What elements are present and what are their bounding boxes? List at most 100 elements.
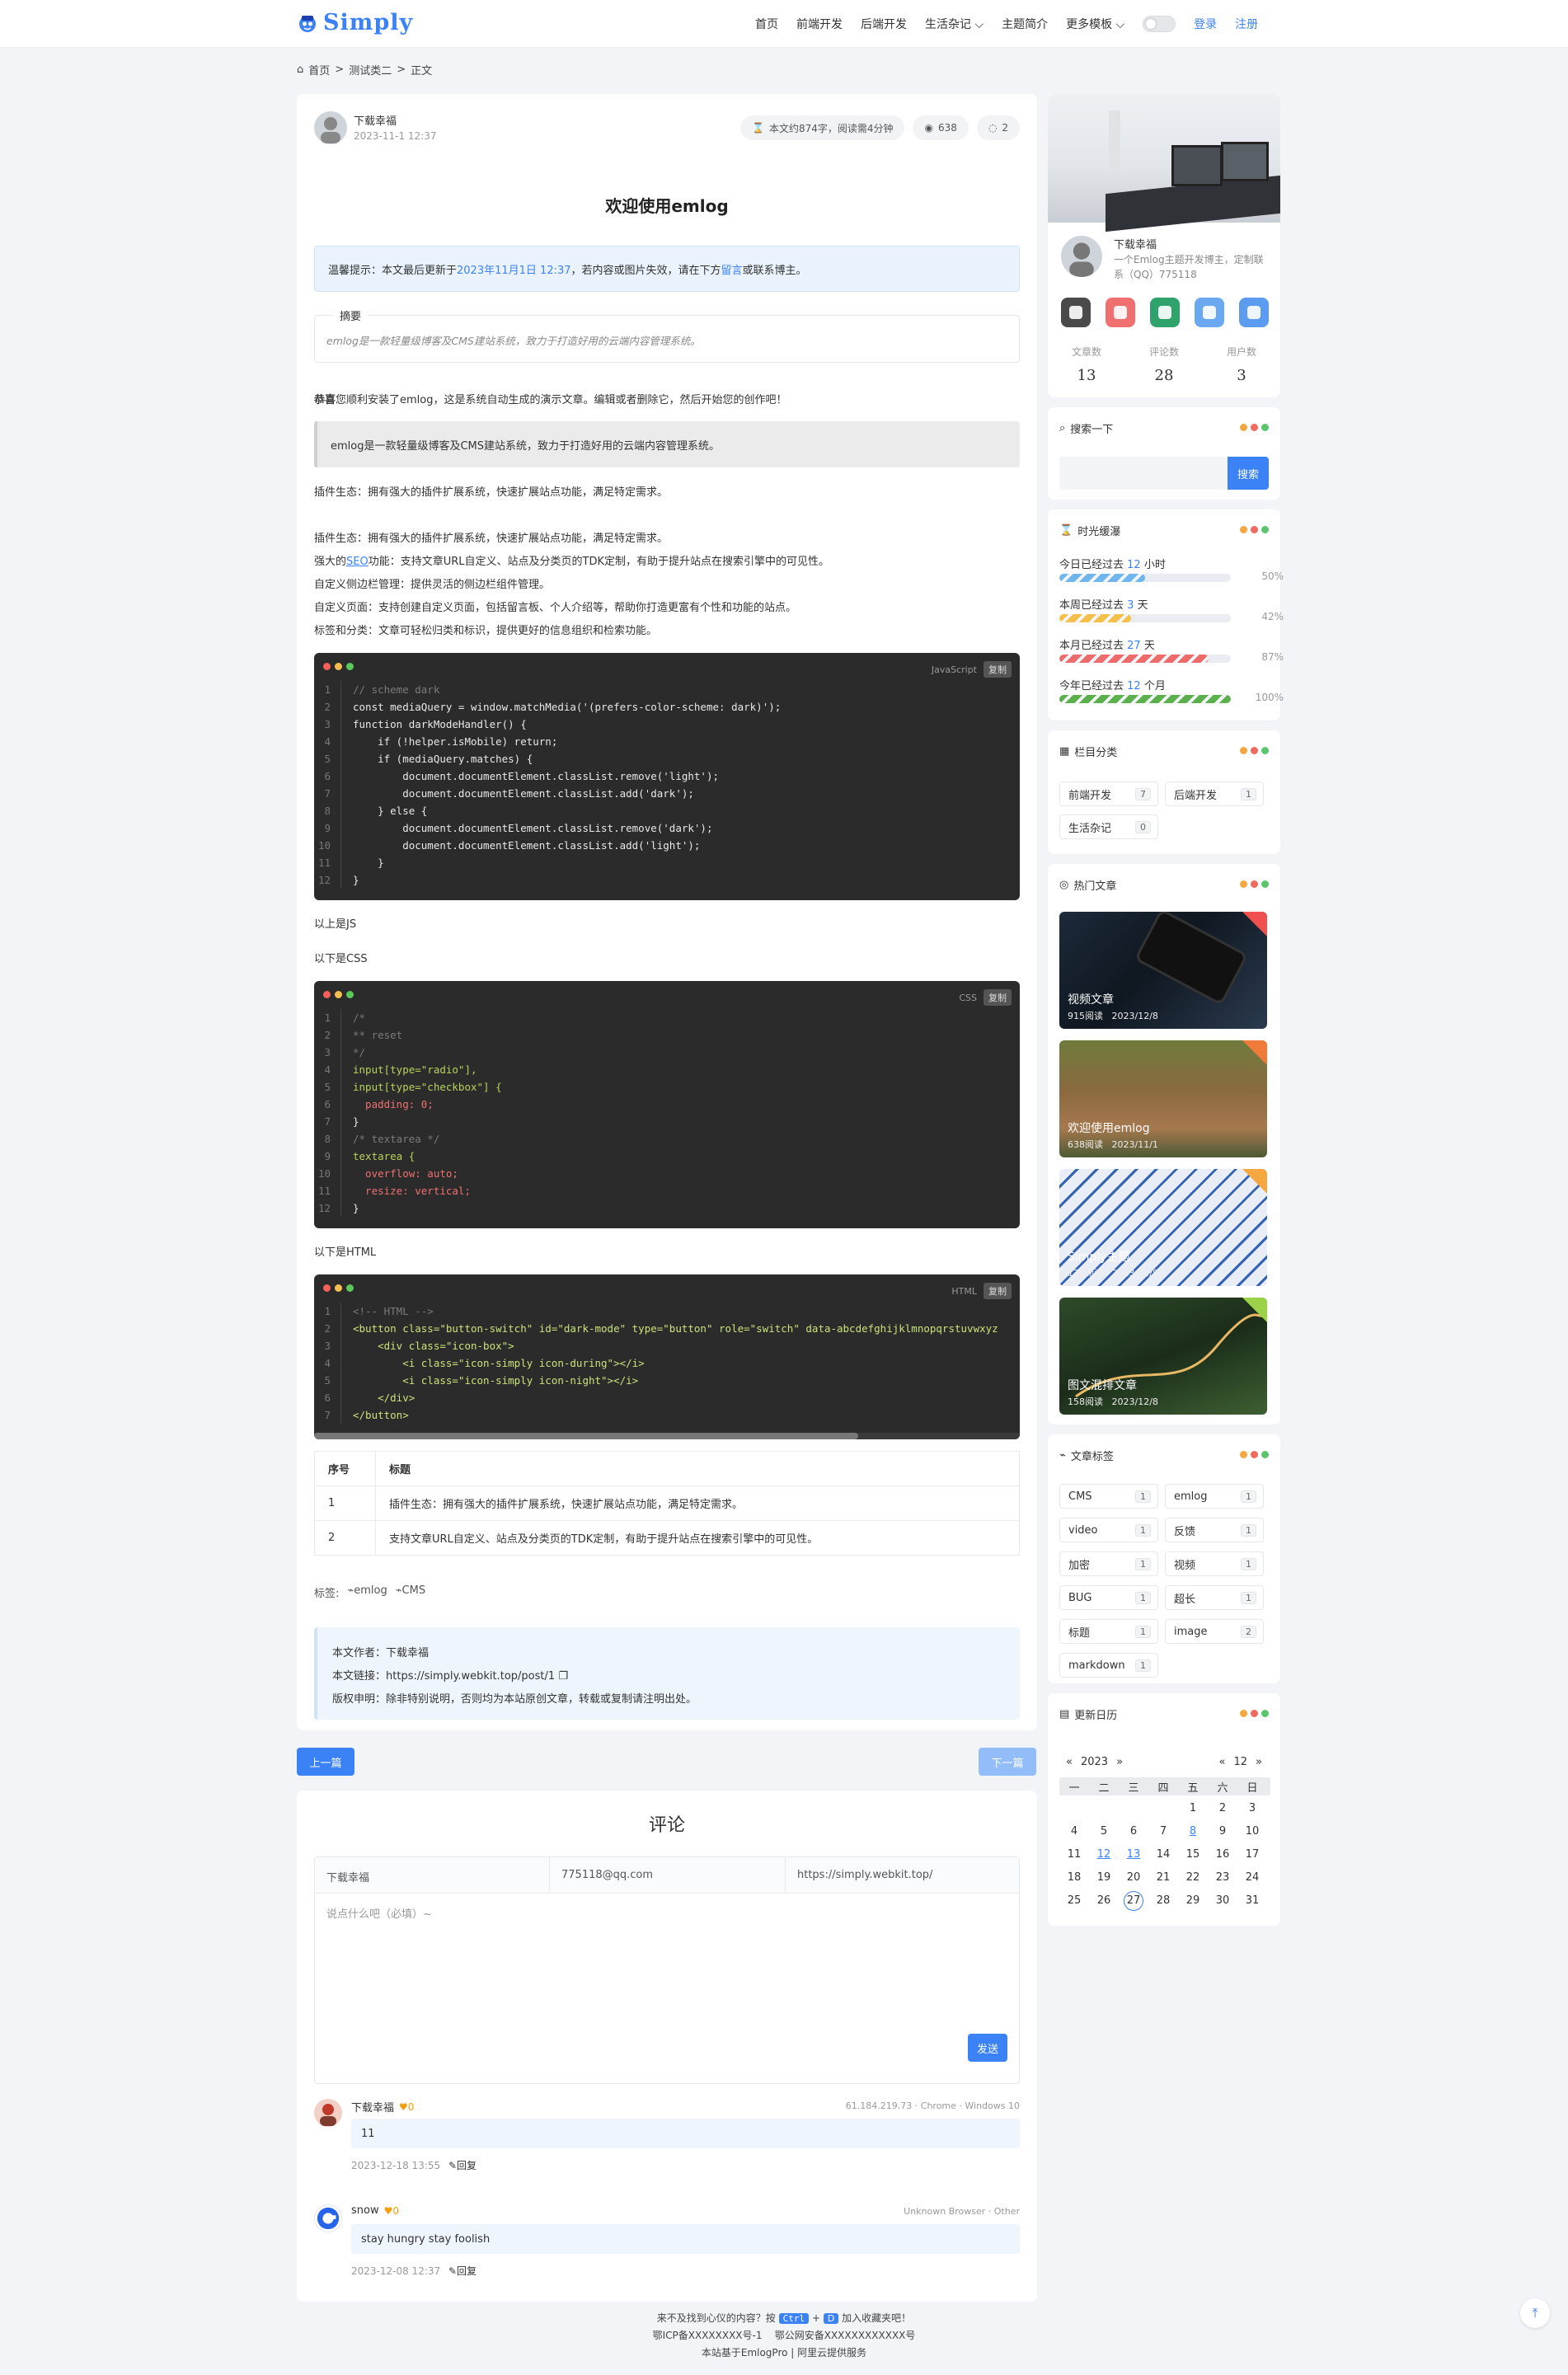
next-month-button[interactable]: » bbox=[1256, 1756, 1262, 1768]
calendar-day bbox=[1059, 1802, 1089, 1814]
name-field[interactable]: 下载幸福 bbox=[315, 1857, 550, 1894]
line-number: 3 bbox=[324, 1046, 331, 1058]
calendar-week: 1 2 3 bbox=[1059, 1802, 1270, 1814]
category-item[interactable]: 后端开发 1 bbox=[1165, 781, 1264, 806]
reply-button[interactable]: ✎回复 bbox=[448, 2265, 477, 2277]
nav-item-more-label: 更多模板 bbox=[1066, 18, 1113, 31]
nav-item-theme[interactable]: 主题简介 bbox=[1002, 16, 1048, 32]
prev-post-button[interactable]: 上一篇 bbox=[297, 1748, 354, 1776]
category-item[interactable]: 前端开发 7 bbox=[1059, 781, 1158, 806]
code-line: 4 <i class="icon-simply icon-during"></i… bbox=[314, 1354, 1020, 1372]
tag-item[interactable]: 标题 1 bbox=[1059, 1619, 1158, 1644]
comment-avatar[interactable] bbox=[314, 2099, 342, 2127]
tag-item[interactable]: 反馈 1 bbox=[1165, 1518, 1264, 1542]
weekday-label: 五 bbox=[1187, 1781, 1199, 1795]
search-input[interactable] bbox=[1059, 457, 1228, 490]
nav-item-backend[interactable]: 后端开发 bbox=[861, 16, 907, 32]
category-item[interactable]: 生活杂记 0 bbox=[1059, 814, 1158, 839]
tag-item[interactable]: 视频 1 bbox=[1165, 1551, 1264, 1576]
seo-link[interactable]: SEO bbox=[346, 556, 369, 568]
hot-post-item[interactable]: Simply主题 172阅读 2023/12/8 bbox=[1059, 1169, 1267, 1286]
article-table: 序号 标题 1 插件生态：拥有强大的插件扩展系统，快速扩展站点功能，满足特定需求… bbox=[314, 1451, 1020, 1556]
copy-icon[interactable]: ❐ bbox=[558, 1670, 568, 1683]
copyright-link[interactable]: https://simply.webkit.top/post/1 bbox=[386, 1670, 555, 1683]
tag-item[interactable]: BUG 1 bbox=[1059, 1585, 1158, 1610]
site-logo[interactable]: Simply bbox=[297, 10, 413, 35]
github-icon[interactable] bbox=[1061, 298, 1091, 327]
calendar-day: 15 bbox=[1185, 1848, 1200, 1861]
author-avatar[interactable] bbox=[314, 111, 347, 144]
url-field[interactable]: https://simply.webkit.top/ bbox=[786, 1857, 1019, 1894]
comments-badge[interactable]: ◌ 2 bbox=[976, 115, 1020, 140]
comment-textarea[interactable]: 说点什么吧（必填）~ bbox=[326, 1905, 432, 1921]
nav-item-home[interactable]: 首页 bbox=[755, 16, 778, 32]
comment-avatar[interactable] bbox=[314, 2204, 342, 2232]
prev-month-button[interactable]: « bbox=[1219, 1756, 1226, 1768]
hot-post-item[interactable]: 图文混排文章 158阅读 2023/12/8 bbox=[1059, 1298, 1267, 1415]
calendar-day[interactable]: 12 bbox=[1089, 1848, 1119, 1861]
back-to-top-button[interactable]: ⤒ bbox=[1520, 2298, 1550, 2328]
profile-bio: 一个Emlog主题开发博主，定制联系（QQ）775118 bbox=[1114, 254, 1264, 280]
copy-code-button[interactable]: 复制 bbox=[984, 989, 1012, 1006]
footer-plus: + bbox=[811, 2312, 821, 2324]
nav-item-frontend[interactable]: 前端开发 bbox=[796, 16, 843, 32]
login-link[interactable]: 登录 bbox=[1194, 16, 1217, 32]
tag-item[interactable]: 超长 1 bbox=[1165, 1585, 1264, 1610]
nav-item-more[interactable]: 更多模板 ⌵ bbox=[1066, 16, 1124, 32]
footer-bookmark-hint: 来不及找到心仪的内容？按 Ctrl + D 加入收藏夹吧！ bbox=[0, 2310, 1568, 2327]
like-count[interactable]: ♥0 bbox=[384, 2205, 399, 2217]
csdn-icon[interactable] bbox=[1150, 298, 1180, 327]
bilibili-icon[interactable] bbox=[1195, 298, 1224, 327]
tag-item[interactable]: 加密 1 bbox=[1059, 1551, 1158, 1576]
nav-item-life[interactable]: 生活杂记 ⌵ bbox=[925, 16, 984, 32]
copy-code-button[interactable]: 复制 bbox=[984, 661, 1012, 678]
breadcrumb-home[interactable]: 首页 bbox=[308, 62, 330, 77]
tag-link[interactable]: ⌁CMS bbox=[396, 1584, 425, 1600]
like-count[interactable]: ♥0 bbox=[399, 2101, 414, 2113]
author-name[interactable]: 下载幸福 bbox=[354, 112, 397, 128]
hot-post-item[interactable]: 欢迎使用emlog 638阅读 2023/11/1 bbox=[1059, 1040, 1267, 1157]
prev-year-button[interactable]: « bbox=[1066, 1756, 1073, 1768]
copy-code-button[interactable]: 复制 bbox=[984, 1283, 1012, 1299]
next-year-button[interactable]: » bbox=[1116, 1756, 1123, 1768]
reply-label: 回复 bbox=[457, 2160, 477, 2171]
comment-author-name[interactable]: 下载幸福 bbox=[351, 2099, 394, 2115]
post-date: 2023-11-1 12:37 bbox=[354, 130, 437, 142]
footer-powered[interactable]: 本站基于EmlogPro | 阿里云提供服务 bbox=[0, 2344, 1568, 2362]
tag-item[interactable]: image 2 bbox=[1165, 1619, 1264, 1644]
tag-item[interactable]: video 1 bbox=[1059, 1518, 1158, 1542]
tag-item[interactable]: markdown 1 bbox=[1059, 1653, 1158, 1678]
hot-post-item[interactable]: 视频文章 915阅读 2023/12/8 bbox=[1059, 912, 1267, 1029]
horizontal-scrollbar[interactable] bbox=[314, 1433, 1020, 1439]
notice-comment-link[interactable]: 留言 bbox=[721, 265, 743, 277]
register-link[interactable]: 注册 bbox=[1235, 16, 1258, 32]
avatar-icon bbox=[321, 117, 340, 143]
qq-icon[interactable] bbox=[1239, 298, 1269, 327]
calendar-day: 4 bbox=[1070, 1825, 1078, 1838]
search-button[interactable]: 搜索 bbox=[1228, 457, 1269, 490]
email-field[interactable]: 775118@qq.com bbox=[550, 1857, 786, 1894]
calendar-day[interactable]: 13 bbox=[1119, 1848, 1148, 1861]
line-number: 11 bbox=[317, 857, 331, 869]
profile-card: 下载幸福 一个Emlog主题开发博主，定制联系（QQ）775118 文章数 13 … bbox=[1048, 94, 1280, 397]
calendar-day[interactable]: 8 bbox=[1178, 1825, 1208, 1838]
comment-author-name[interactable]: snow bbox=[351, 2204, 379, 2217]
footer-icp[interactable]: 鄂ICP备XXXXXXXX号-1 鄂公网安备XXXXXXXXXXXX号 bbox=[0, 2327, 1568, 2344]
reply-button[interactable]: ✎回复 bbox=[448, 2160, 477, 2171]
feature-list-2: 强大的SEO功能：支持文章URL自定义、站点及分类页的TDK定制，有助于提升站点… bbox=[314, 556, 829, 568]
dark-mode-toggle[interactable] bbox=[1143, 16, 1176, 32]
profile-avatar[interactable] bbox=[1059, 234, 1104, 279]
tag-link[interactable]: ⌁emlog bbox=[347, 1584, 387, 1600]
send-comment-button[interactable]: 发送 bbox=[968, 2034, 1007, 2062]
line-number: 4 bbox=[324, 735, 331, 748]
tag-item[interactable]: CMS 1 bbox=[1059, 1484, 1158, 1509]
next-post-button[interactable]: 下一篇 bbox=[979, 1748, 1036, 1776]
tag-item[interactable]: emlog 1 bbox=[1165, 1484, 1264, 1509]
calendar-day: 5 bbox=[1100, 1825, 1108, 1838]
progress-fill bbox=[1059, 574, 1145, 582]
section-title: 栏目分类 bbox=[1074, 747, 1118, 759]
weibo-icon[interactable] bbox=[1106, 298, 1135, 327]
month-nav: « 12 » bbox=[1219, 1756, 1262, 1768]
calendar-day: 28 bbox=[1156, 1894, 1171, 1907]
breadcrumb-category[interactable]: 测试类二 bbox=[349, 62, 392, 77]
